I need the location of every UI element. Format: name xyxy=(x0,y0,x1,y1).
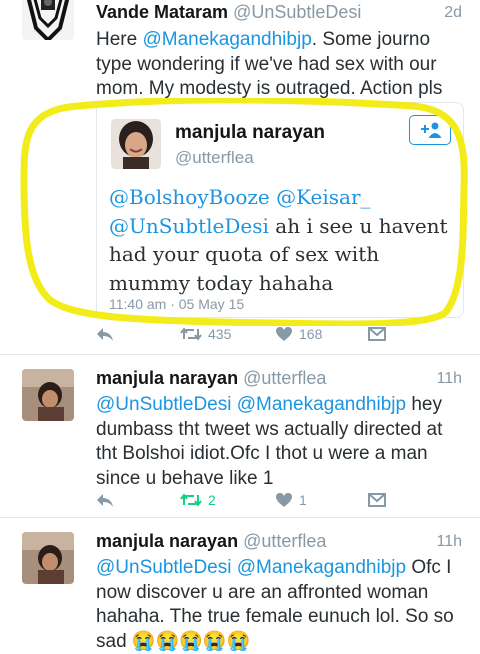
tweet-actions: 2 1 xyxy=(96,489,386,511)
tweet-actions: 435 168 xyxy=(96,323,386,345)
avatar[interactable] xyxy=(22,369,74,421)
quoted-tweet[interactable]: manjula narayan @utterflea @BolshoyBooze… xyxy=(96,102,464,318)
mention-link[interactable]: @Manekagandhibjp xyxy=(142,29,311,50)
add-user-icon xyxy=(421,122,442,138)
avatar[interactable] xyxy=(22,532,74,584)
display-name[interactable]: manjula narayan xyxy=(96,531,238,551)
heart-icon xyxy=(276,493,292,507)
quoted-text: @BolshoyBooze @Keisar_ @UnSubtleDesi ah … xyxy=(109,183,454,297)
crying-emoji-group: 😭😭😭😭😭 xyxy=(131,630,251,652)
timestamp[interactable]: 11h xyxy=(436,533,462,551)
tweet-header: Vande Mataram @UnSubtleDesi xyxy=(96,2,361,23)
mention-link[interactable]: @Manekagandhibjp xyxy=(237,557,406,578)
follow-button[interactable] xyxy=(409,115,451,145)
reply-button[interactable] xyxy=(96,493,180,507)
like-count: 1 xyxy=(299,492,307,508)
quoted-display-name[interactable]: manjula narayan xyxy=(175,122,325,144)
reply-icon xyxy=(97,494,113,507)
timestamp[interactable]: 2d xyxy=(444,4,462,22)
text-segment: Here xyxy=(96,29,143,50)
mention-link[interactable]: @BolshoyBooze xyxy=(109,185,270,209)
like-button[interactable]: 168 xyxy=(275,326,368,342)
retweet-count: 2 xyxy=(208,492,216,508)
message-icon xyxy=(368,327,386,341)
quoted-handle[interactable]: @utterflea xyxy=(175,148,254,168)
mention-link[interactable]: @UnSubtleDesi xyxy=(96,557,231,578)
tweet-text: @UnSubtleDesi @Manekagandhibjp hey dumba… xyxy=(96,393,466,491)
tweet-header: manjula narayan @utterflea xyxy=(96,531,326,552)
tweet-text: Here @Manekagandhibjp. Some journo type … xyxy=(96,28,466,102)
like-count: 168 xyxy=(299,326,323,342)
handle[interactable]: @utterflea xyxy=(243,531,326,551)
handle[interactable]: @utterflea xyxy=(243,368,326,388)
handle[interactable]: @UnSubtleDesi xyxy=(233,2,361,22)
display-name[interactable]: manjula narayan xyxy=(96,368,238,388)
reply-icon xyxy=(97,328,113,341)
quoted-timestamp: 11:40 am · 05 May 15 xyxy=(109,296,245,312)
avatar[interactable] xyxy=(22,0,74,40)
retweet-count: 435 xyxy=(208,326,232,342)
quoted-avatar[interactable] xyxy=(111,119,161,169)
retweet-button[interactable]: 435 xyxy=(180,326,275,342)
message-button[interactable] xyxy=(368,493,386,507)
retweet-button[interactable]: 2 xyxy=(180,492,275,508)
message-button[interactable] xyxy=(368,327,386,341)
mention-link[interactable]: @UnSubtleDesi xyxy=(109,214,269,238)
mention-link[interactable]: @Manekagandhibjp xyxy=(237,394,406,415)
display-name[interactable]: Vande Mataram xyxy=(96,2,228,22)
tweet-1[interactable]: Vande Mataram @UnSubtleDesi 2d Here @Man… xyxy=(0,0,480,352)
mention-link[interactable]: @Keisar_ xyxy=(276,185,370,209)
like-button[interactable]: 1 xyxy=(275,492,368,508)
tweet-3[interactable]: manjula narayan @utterflea 11h @UnSubtle… xyxy=(0,518,480,652)
tweet-2[interactable]: manjula narayan @utterflea 11h @UnSubtle… xyxy=(0,355,480,515)
heart-icon xyxy=(276,327,292,341)
reply-button[interactable] xyxy=(96,327,180,341)
tweet-header: manjula narayan @utterflea xyxy=(96,368,326,389)
timestamp[interactable]: 11h xyxy=(436,370,462,388)
tweet-text: @UnSubtleDesi @Manekagandhibjp Ofc I now… xyxy=(96,556,466,654)
message-icon xyxy=(368,493,386,507)
mention-link[interactable]: @UnSubtleDesi xyxy=(96,394,231,415)
retweet-icon xyxy=(180,493,202,507)
retweet-icon xyxy=(180,327,202,341)
